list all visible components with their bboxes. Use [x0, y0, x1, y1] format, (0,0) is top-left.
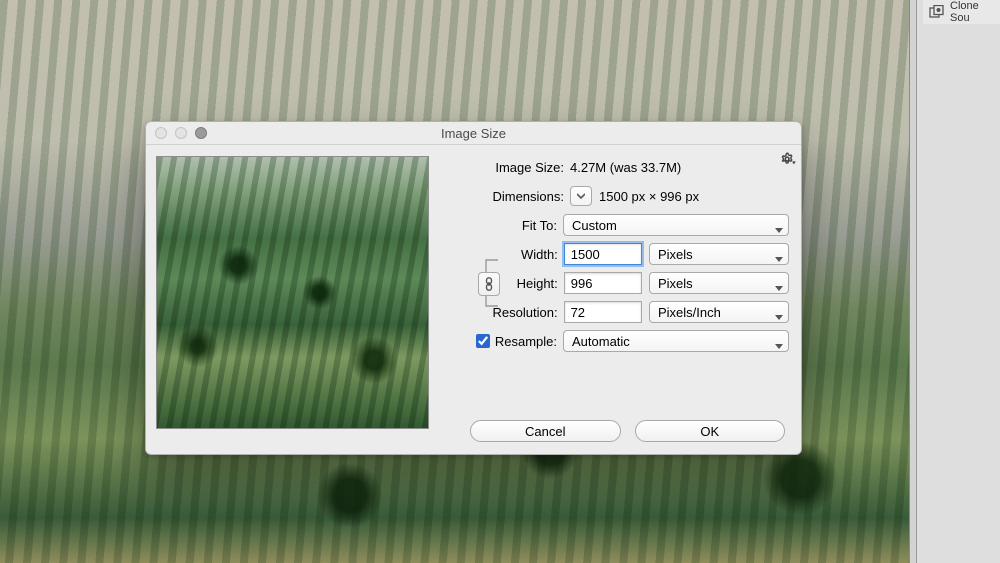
height-label: Height:: [502, 276, 564, 291]
right-panel-dock: Clone Sou: [909, 0, 1000, 563]
ok-button[interactable]: OK: [635, 420, 786, 442]
constrain-proportions: [448, 254, 500, 312]
right-panel: Clone Sou: [916, 0, 1000, 563]
constrain-link-button[interactable]: [478, 272, 500, 296]
dialog-title: Image Size: [441, 126, 506, 141]
resolution-input[interactable]: [564, 301, 642, 323]
image-size-dialog: Image Size Image Size: 4.27M (was 33.7M)…: [145, 121, 802, 455]
chevron-down-icon: [577, 191, 585, 201]
clone-source-icon: [929, 5, 945, 19]
resample-label: Resample:: [495, 334, 557, 349]
resample-method-select[interactable]: Automatic: [563, 330, 789, 352]
link-icon: [484, 277, 494, 291]
clone-source-tab-label: Clone Sou: [950, 0, 1000, 24]
width-unit-select[interactable]: Pixels: [649, 243, 789, 265]
resolution-unit-select[interactable]: Pixels/Inch: [649, 301, 789, 323]
width-label: Width:: [502, 247, 564, 262]
clone-source-tab[interactable]: Clone Sou: [923, 0, 1000, 24]
image-size-label: Image Size:: [446, 160, 570, 175]
dialog-titlebar[interactable]: Image Size: [146, 122, 801, 145]
cancel-button[interactable]: Cancel: [470, 420, 621, 442]
dimensions-label: Dimensions:: [446, 189, 570, 204]
width-input[interactable]: [564, 243, 642, 265]
height-unit-select[interactable]: Pixels: [649, 272, 789, 294]
window-controls: [155, 127, 207, 139]
height-input[interactable]: [564, 272, 642, 294]
fit-to-label: Fit To:: [446, 218, 563, 233]
zoom-window-button[interactable]: [195, 127, 207, 139]
image-preview[interactable]: [156, 156, 429, 429]
minimize-window-button[interactable]: [175, 127, 187, 139]
close-window-button[interactable]: [155, 127, 167, 139]
dimensions-unit-toggle[interactable]: [570, 186, 592, 206]
dimensions-value: 1500 px × 996 px: [599, 189, 699, 204]
fit-to-select[interactable]: Custom: [563, 214, 789, 236]
image-size-value: 4.27M (was 33.7M): [570, 160, 681, 175]
resample-checkbox[interactable]: [476, 334, 490, 348]
